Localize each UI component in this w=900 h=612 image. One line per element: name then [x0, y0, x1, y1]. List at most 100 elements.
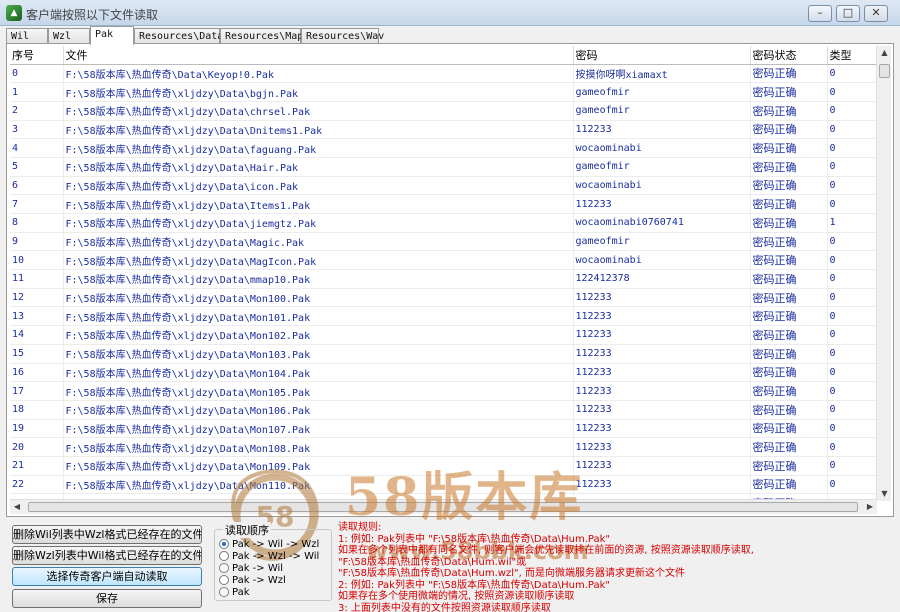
scroll-left-icon[interactable]: ◀ — [10, 500, 24, 514]
cell-password: 112233 — [573, 419, 751, 439]
cell-password: 112233 — [573, 456, 751, 476]
cell-type: 0 — [827, 437, 877, 457]
table-row[interactable]: 3 F:\58版本库\热血传奇\xljdzy\Data\Dnitems1.Pak 1… — [10, 120, 877, 140]
cell-type: 1 — [827, 213, 877, 233]
cell-file: F:\58版本库\热血传奇\xljdzy\Data\jiemgtz.Pak — [63, 213, 574, 233]
cell-type: 0 — [827, 194, 877, 214]
scroll-right-icon[interactable]: ▶ — [863, 500, 877, 514]
cell-type: 0 — [827, 344, 877, 364]
cell-password: 112233 — [573, 400, 751, 420]
note-line: 2: 例如: Pak列表中 "F:\58版本库\热血传奇\Data\Hum.Pa… — [338, 579, 611, 591]
table-row[interactable]: 5 F:\58版本库\热血传奇\xljdzy\Data\Hair.Pak gameo… — [10, 157, 877, 177]
delete-wil-duplicates-button[interactable]: 删除Wil列表中Wzl格式已经存在的文件 — [12, 525, 202, 544]
tab-pak[interactable]: Pak — [90, 26, 134, 45]
cell-type: 0 — [827, 250, 877, 271]
table-row[interactable]: 17 F:\58版本库\热血传奇\xljdzy\Data\Mon105.Pak 11… — [10, 381, 877, 401]
cell-type: 0 — [827, 475, 877, 495]
cell-password: 112233 — [573, 194, 751, 214]
table-header: 序号 文件 密码 密码状态 类型 — [10, 46, 877, 65]
cell-file: F:\58版本库\热血传奇\xljdzy\Data\Mon103.Pak — [63, 344, 574, 364]
scroll-up-icon[interactable]: ▲ — [878, 46, 891, 60]
note-line: "F:\58版本库\热血传奇\Data\Hum.wzl", 而是向微端服务器请求… — [338, 568, 685, 579]
file-list[interactable]: 序号 文件 密码 密码状态 类型 0 F:\58版本库\热血传奇\Data\Key… — [10, 46, 877, 501]
save-button[interactable]: 保存 — [12, 589, 202, 608]
vertical-scrollbar[interactable]: ▲ ▼ — [876, 46, 891, 501]
cell-type: 0 — [827, 306, 877, 327]
cell-index: 9 — [10, 232, 64, 252]
cell-status: 密码正确 — [750, 176, 828, 196]
table-row[interactable]: 4 F:\58版本库\热血传奇\xljdzy\Data\faguang.Pak wo… — [10, 138, 877, 158]
close-button[interactable]: ✕ — [864, 5, 888, 22]
cell-file: F:\58版本库\热血传奇\xljdzy\Data\mmap10.Pak — [63, 269, 574, 289]
cell-password: 112233 — [573, 437, 751, 457]
cell-status: 密码正确 — [750, 64, 828, 84]
table-row[interactable]: 11 F:\58版本库\热血传奇\xljdzy\Data\mmap10.Pak 12… — [10, 269, 877, 289]
cell-index: 4 — [10, 138, 64, 158]
table-row[interactable]: 18 F:\58版本库\热血传奇\xljdzy\Data\Mon106.Pak 11… — [10, 400, 877, 420]
read-order-option-5[interactable]: Pak — [219, 587, 250, 600]
maximize-button[interactable]: □ — [836, 5, 860, 22]
tab-strip: Wil Wzl Pak Resources\Data Resources\Map… — [6, 26, 894, 45]
cell-index: 1 — [10, 82, 64, 102]
cell-index: 3 — [10, 120, 64, 140]
col-header-type[interactable]: 类型 — [827, 46, 877, 65]
radio-icon[interactable] — [219, 551, 229, 561]
tab-wil[interactable]: Wil — [6, 28, 48, 44]
table-row[interactable]: 19 F:\58版本库\热血传奇\xljdzy\Data\Mon107.Pak 11… — [10, 419, 877, 439]
col-header-file[interactable]: 文件 — [63, 46, 574, 65]
select-client-button[interactable]: 选择传奇客户端自动读取 — [12, 567, 202, 586]
table-row[interactable]: 10 F:\58版本库\热血传奇\xljdzy\Data\MagIcon.Pak w… — [10, 250, 877, 271]
scroll-down-icon[interactable]: ▼ — [878, 487, 891, 501]
note-line: 如果在多个列表中都有同名文件, 则客户端会优先读取排在前面的资源, 按照资源读取… — [338, 545, 754, 556]
col-header-status[interactable]: 密码状态 — [750, 46, 828, 65]
cell-password: gameofmir — [573, 82, 751, 102]
table-row[interactable]: 2 F:\58版本库\热血传奇\xljdzy\Data\chrsel.Pak gam… — [10, 101, 877, 121]
cell-password: wocaominabi — [573, 176, 751, 196]
radio-selected-icon[interactable] — [219, 539, 229, 549]
cell-type: 0 — [827, 176, 877, 196]
table-row[interactable]: 1 F:\58版本库\热血传奇\xljdzy\Data\bgjn.Pak gameo… — [10, 82, 877, 102]
table-row[interactable]: 6 F:\58版本库\热血传奇\xljdzy\Data\icon.Pak wocao… — [10, 176, 877, 196]
table-row[interactable]: 8 F:\58版本库\热血传奇\xljdzy\Data\jiemgtz.Pak wo… — [10, 213, 877, 233]
cell-status: 密码正确 — [750, 250, 828, 271]
cell-index: 17 — [10, 381, 64, 401]
cell-status: 密码正确 — [750, 232, 828, 252]
cell-password: 112233 — [573, 344, 751, 364]
table-row[interactable]: 9 F:\58版本库\热血传奇\xljdzy\Data\Magic.Pak game… — [10, 232, 877, 252]
cell-index: 13 — [10, 306, 64, 327]
cell-index: 0 — [10, 64, 64, 84]
col-header-password[interactable]: 密码 — [573, 46, 751, 65]
tab-wzl[interactable]: Wzl — [48, 28, 90, 44]
cell-file: F:\58版本库\热血传奇\xljdzy\Data\Mon106.Pak — [63, 400, 574, 420]
cell-file: F:\58版本库\热血传奇\xljdzy\Data\Mon107.Pak — [63, 419, 574, 439]
table-row[interactable]: 0 F:\58版本库\热血传奇\Data\Keyop!0.Pak 按摸你呀啊xiam… — [10, 64, 877, 84]
cell-password: 112233 — [573, 288, 751, 308]
cell-type: 0 — [827, 381, 877, 401]
note-line: 3: 上面列表中没有的文件按照资源读取顺序读取 — [338, 602, 551, 612]
minimize-button[interactable]: – — [808, 5, 832, 22]
vertical-scroll-thumb[interactable] — [879, 64, 890, 78]
table-row[interactable]: 15 F:\58版本库\热血传奇\xljdzy\Data\Mon103.Pak 11… — [10, 344, 877, 364]
read-order-legend: 读取顺序 — [223, 522, 271, 538]
cell-index: 5 — [10, 157, 64, 177]
table-row[interactable]: 16 F:\58版本库\热血传奇\xljdzy\Data\Mon104.Pak 11… — [10, 363, 877, 383]
table-row[interactable]: 14 F:\58版本库\热血传奇\xljdzy\Data\Mon102.Pak 11… — [10, 325, 877, 345]
cell-password: 122412378 — [573, 269, 751, 289]
cell-status: 密码正确 — [750, 419, 828, 439]
table-row[interactable]: 12 F:\58版本库\热血传奇\xljdzy\Data\Mon100.Pak 11… — [10, 288, 877, 308]
cell-index: 15 — [10, 344, 64, 364]
radio-icon[interactable] — [219, 563, 229, 573]
table-row[interactable]: 20 F:\58版本库\热血传奇\xljdzy\Data\Mon108.Pak 11… — [10, 437, 877, 457]
cell-file: F:\58版本库\热血传奇\xljdzy\Data\bgjn.Pak — [63, 82, 574, 102]
cell-file: F:\58版本库\热血传奇\xljdzy\Data\Mon105.Pak — [63, 381, 574, 401]
tab-resources-map[interactable]: Resources\Map — [220, 28, 303, 44]
radio-icon[interactable] — [219, 575, 229, 585]
table-row[interactable]: 13 F:\58版本库\热血传奇\xljdzy\Data\Mon101.Pak 11… — [10, 306, 877, 327]
cell-index: 19 — [10, 419, 64, 439]
col-header-index[interactable]: 序号 — [10, 46, 64, 65]
tab-resources-wav[interactable]: Resources\Wav — [301, 28, 384, 44]
delete-wzl-duplicates-button[interactable]: 删除Wzl列表中Wil格式已经存在的文件 — [12, 546, 202, 565]
table-row[interactable]: 7 F:\58版本库\热血传奇\xljdzy\Data\Items1.Pak 112… — [10, 194, 877, 214]
radio-icon[interactable] — [219, 587, 229, 597]
tab-resources-data[interactable]: Resources\Data — [134, 28, 223, 44]
